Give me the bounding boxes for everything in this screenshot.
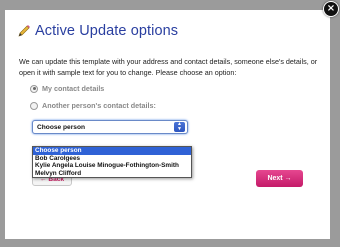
dropdown-option[interactable]: Kylie Angela Louise Minogue-Fothington-S… (33, 162, 191, 170)
select-value: Choose person (37, 124, 85, 131)
active-update-dialog: Active Update options We can update this… (5, 10, 330, 239)
dialog-header: Active Update options (17, 23, 178, 39)
dialog-title: Active Update options (35, 23, 179, 39)
choose-person-select[interactable]: Choose person ▲ ▼ (32, 120, 188, 134)
another-contact-label: Another person's contact details: (42, 101, 156, 110)
intro-text: We can update this template with your ad… (19, 57, 318, 77)
another-contact-radio[interactable] (30, 101, 38, 110)
my-contact-radio[interactable] (30, 84, 38, 93)
dropdown-option[interactable]: Bob Carolgees (33, 155, 191, 163)
my-contact-option[interactable]: My contact details (30, 84, 104, 93)
another-contact-option[interactable]: Another person's contact details: (30, 101, 156, 110)
dropdown-option[interactable]: Choose person (33, 147, 191, 155)
select-arrows-icon[interactable]: ▲ ▼ (174, 122, 185, 132)
person-dropdown-list: Choose person Bob Carolgees Kylie Angela… (32, 146, 192, 179)
close-icon[interactable]: × (323, 1, 339, 17)
next-button[interactable]: Next → (256, 170, 303, 187)
my-contact-label: My contact details (42, 84, 105, 93)
dropdown-option[interactable]: Melvyn Clifford (33, 170, 191, 178)
pencil-icon (18, 25, 30, 37)
